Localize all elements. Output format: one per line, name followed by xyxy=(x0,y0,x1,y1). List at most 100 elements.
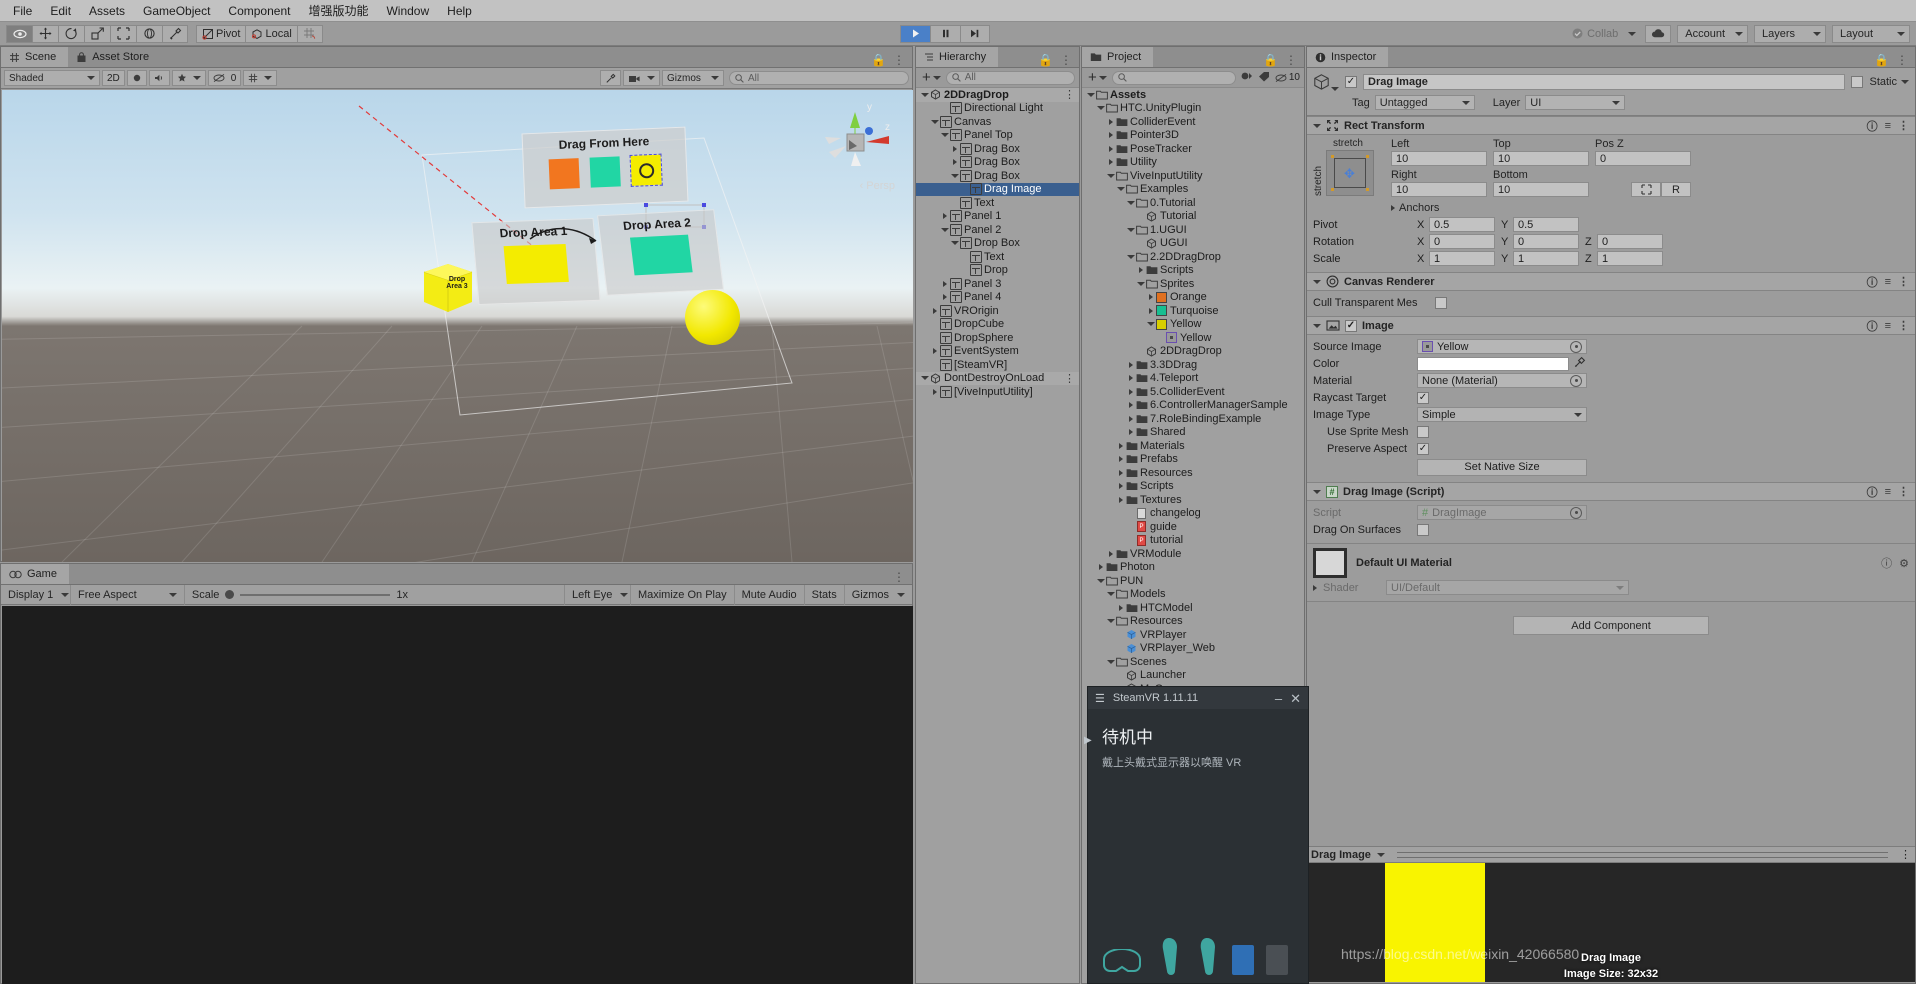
chevron-right-icon[interactable] xyxy=(1128,415,1133,422)
project-item-row[interactable]: Resources xyxy=(1082,466,1304,480)
filter-by-type-icon[interactable] xyxy=(1241,71,1253,85)
chevron-down-icon[interactable] xyxy=(930,119,939,124)
static-checkbox[interactable] xyxy=(1851,75,1864,88)
scene-persp-label[interactable]: ‹ Persp xyxy=(860,180,895,192)
chevron-right-icon[interactable] xyxy=(1118,469,1123,476)
preset-icon[interactable]: ≡ xyxy=(1885,486,1891,498)
hierarchy-item-row[interactable]: Panel 2 xyxy=(916,223,1079,237)
chevron-right-icon[interactable] xyxy=(952,145,957,152)
project-item-row[interactable]: ViveInputUtility xyxy=(1082,169,1304,183)
chevron-right-icon[interactable] xyxy=(1108,550,1113,557)
tab-project[interactable]: Project xyxy=(1082,47,1154,67)
pivot-y-input[interactable]: 0.5 xyxy=(1513,217,1579,232)
scale-slider[interactable]: Scale 1x xyxy=(185,584,565,605)
project-item-row[interactable]: 5.ColliderEvent xyxy=(1082,385,1304,399)
project-item-row[interactable]: Launcher xyxy=(1082,669,1304,683)
project-item-row[interactable]: PUN xyxy=(1082,574,1304,588)
rotation-z-input[interactable]: 0 xyxy=(1597,234,1663,249)
chevron-down-icon[interactable] xyxy=(1146,322,1155,327)
bottom-input[interactable]: 10 xyxy=(1493,182,1589,197)
left-input[interactable]: 10 xyxy=(1391,151,1487,166)
project-item-row[interactable]: 3.3DDrag xyxy=(1082,358,1304,372)
hierarchy-item-row[interactable]: DropCube xyxy=(916,318,1079,332)
chevron-down-icon[interactable] xyxy=(1106,173,1115,178)
project-item-row[interactable]: 7.RoleBindingExample xyxy=(1082,412,1304,426)
hierarchy-item-row[interactable]: Panel 1 xyxy=(916,210,1079,224)
scale-z-input[interactable]: 1 xyxy=(1597,251,1663,266)
tab-scene[interactable]: Scene xyxy=(1,47,69,67)
right-input[interactable]: 10 xyxy=(1391,182,1487,197)
project-item-row[interactable]: Materials xyxy=(1082,439,1304,453)
anchors-foldout[interactable]: Anchors xyxy=(1391,202,1909,214)
game-viewport[interactable] xyxy=(2,606,913,984)
chevron-right-icon[interactable] xyxy=(1128,361,1133,368)
chevron-right-icon[interactable] xyxy=(1118,604,1123,611)
chevron-right-icon[interactable] xyxy=(932,388,937,395)
pause-button[interactable] xyxy=(929,24,960,43)
scene-grid-button[interactable] xyxy=(243,70,278,86)
image-component-header[interactable]: ✓ Image ⓘ ≡ ⋮ xyxy=(1307,316,1915,335)
controller-right-icon[interactable] xyxy=(1194,935,1220,975)
scale-y-input[interactable]: 1 xyxy=(1513,251,1579,266)
chevron-down-icon[interactable] xyxy=(920,92,929,97)
scene-camera-button[interactable] xyxy=(623,70,660,86)
rect-transform-header[interactable]: Rect Transform ⓘ ≡ ⋮ xyxy=(1307,116,1915,135)
panel-top-object[interactable]: Drag From Here xyxy=(521,126,689,209)
scale-tool-icon[interactable] xyxy=(84,24,110,43)
project-item-row[interactable]: Pguide xyxy=(1082,520,1304,534)
menu-item-edit[interactable]: Edit xyxy=(41,2,80,20)
help-icon[interactable]: ⓘ xyxy=(1867,318,1878,334)
cloud-button[interactable] xyxy=(1645,24,1672,43)
eyedropper-icon[interactable] xyxy=(1569,356,1586,371)
component-menu-icon[interactable]: ⋮ xyxy=(1898,319,1909,332)
menu-item-window[interactable]: Window xyxy=(377,2,438,20)
rotation-y-input[interactable]: 0 xyxy=(1513,234,1579,249)
preview-menu-icon[interactable]: ⋮ xyxy=(1900,848,1911,861)
project-item-row[interactable]: Turquoise xyxy=(1082,304,1304,318)
drag-box-yellow[interactable] xyxy=(629,153,663,187)
tag-dropdown[interactable]: Untagged xyxy=(1374,95,1475,110)
menu-item-component[interactable]: Component xyxy=(219,2,299,20)
chevron-down-icon[interactable] xyxy=(1126,227,1135,232)
component-menu-icon[interactable]: ⋮ xyxy=(1898,485,1909,498)
hierarchy-lock-icon[interactable]: 🔒 xyxy=(1038,53,1053,67)
drag-on-surfaces-checkbox[interactable] xyxy=(1417,523,1429,536)
chevron-right-icon[interactable] xyxy=(1118,483,1123,490)
menu-item-enhanced-features[interactable]: 增强版功能 xyxy=(299,0,377,21)
scene-lock-icon[interactable]: 🔒 xyxy=(871,53,886,67)
hierarchy-item-row[interactable]: Drag Image xyxy=(916,182,1079,196)
hierarchy-menu-icon[interactable]: ⋮ xyxy=(1060,53,1072,67)
project-item-row[interactable]: 1.UGUI xyxy=(1082,223,1304,237)
layers-button[interactable]: Layers xyxy=(1754,24,1827,43)
canvas-renderer-header[interactable]: Canvas Renderer ⓘ ≡ ⋮ xyxy=(1307,272,1915,291)
aspect-dropdown[interactable]: Free Aspect xyxy=(71,584,185,605)
component-menu-icon[interactable]: ⋮ xyxy=(1898,275,1909,288)
help-icon[interactable]: ⓘ xyxy=(1867,274,1878,290)
chevron-right-icon[interactable] xyxy=(942,213,947,220)
base-station-right-icon[interactable] xyxy=(1266,945,1288,975)
menu-item-help[interactable]: Help xyxy=(438,2,481,20)
project-item-row[interactable]: Models xyxy=(1082,588,1304,602)
chevron-right-icon[interactable] xyxy=(1128,375,1133,382)
tab-hierarchy[interactable]: Hierarchy xyxy=(916,47,999,67)
scene-search-input[interactable]: All xyxy=(729,71,909,85)
scene-fx-dropdown[interactable] xyxy=(171,70,206,86)
image-type-dropdown[interactable]: Simple xyxy=(1417,407,1587,422)
project-item-row[interactable]: Tutorial xyxy=(1082,210,1304,224)
project-item-row[interactable]: HTCModel xyxy=(1082,601,1304,615)
custom-tool-icon[interactable] xyxy=(162,24,188,43)
steamvr-close-button[interactable]: ✕ xyxy=(1290,692,1301,705)
menu-item-assets[interactable]: Assets xyxy=(80,2,134,20)
gameobject-icon[interactable] xyxy=(1313,72,1339,91)
top-input[interactable]: 10 xyxy=(1493,151,1589,166)
project-item-row[interactable]: Assets xyxy=(1082,88,1304,102)
base-station-left-icon[interactable] xyxy=(1232,945,1254,975)
cull-transparent-checkbox[interactable] xyxy=(1435,296,1447,309)
scene-menu-icon[interactable]: ⋮ xyxy=(893,53,905,67)
project-lock-icon[interactable]: 🔒 xyxy=(1263,53,1278,67)
hierarchy-item-row[interactable]: VROrigin xyxy=(916,304,1079,318)
hierarchy-item-row[interactable]: Panel 4 xyxy=(916,291,1079,305)
project-item-row[interactable]: Examples xyxy=(1082,183,1304,197)
hierarchy-item-row[interactable]: Drop xyxy=(916,264,1079,278)
menu-item-file[interactable]: File xyxy=(4,2,41,20)
